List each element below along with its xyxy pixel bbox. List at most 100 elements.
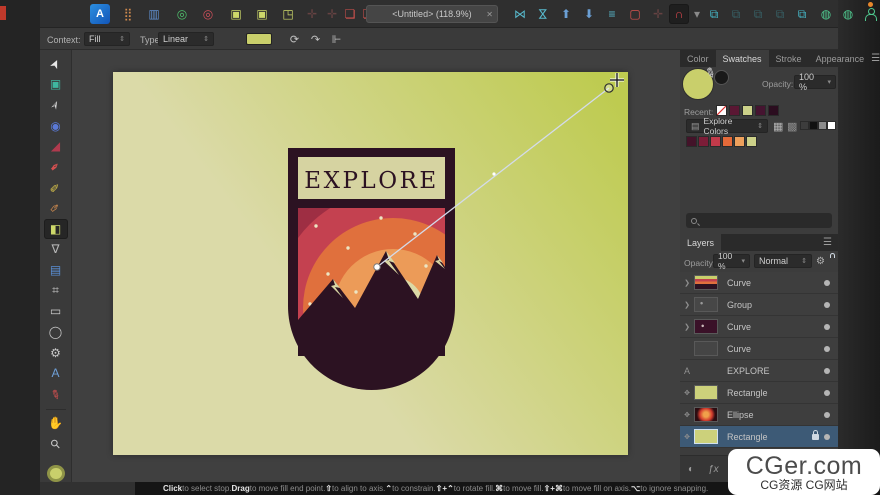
transform-origin-icon[interactable]: ▢	[625, 4, 645, 24]
contacts-person-icon[interactable]	[860, 4, 880, 24]
tab-stroke[interactable]: Stroke	[769, 50, 809, 67]
layer-visibility-toggle[interactable]	[824, 412, 830, 418]
rotation-center-green-icon[interactable]: ◎	[172, 4, 192, 24]
layer-thumbnail[interactable]	[694, 319, 718, 334]
alignment-icon[interactable]: ≡	[602, 4, 622, 24]
dim-handle2-icon[interactable]: ✛	[322, 4, 342, 24]
explore-badge-artwork[interactable]: EXPLORE	[288, 148, 455, 390]
layer-row-rectangle-5[interactable]: ✥Rectangle	[680, 382, 838, 404]
ellipse-tool[interactable]: ◯	[44, 322, 68, 342]
color-swatch[interactable]	[742, 105, 753, 116]
layer-row-explore-4[interactable]: AEXPLORE	[680, 360, 838, 382]
layer-visibility-toggle[interactable]	[824, 302, 830, 308]
insert-inside-icon[interactable]: ◍	[816, 4, 836, 24]
color-swatch[interactable]	[755, 105, 766, 116]
layer-thumbnail[interactable]	[694, 341, 718, 356]
close-document-icon[interactable]: ✕	[486, 10, 493, 19]
blend-mode-select[interactable]: Normal⇕	[754, 254, 812, 268]
color-picker-tool[interactable]: ✐	[44, 384, 68, 404]
swatch-search-input[interactable]	[686, 213, 832, 228]
expand-chevron-icon[interactable]: ❯	[680, 301, 694, 309]
boolean-subtract-icon[interactable]: ⧉	[726, 4, 746, 24]
context-select[interactable]: Fill⇕	[84, 32, 130, 46]
point-transform-tool[interactable]: ◉	[44, 116, 68, 136]
color-swatch[interactable]	[710, 136, 721, 147]
color-swatch[interactable]	[809, 121, 818, 130]
app-icon[interactable]: A	[90, 4, 110, 24]
layer-row-curve-2[interactable]: ❯Curve	[680, 316, 838, 338]
move-forward-icon[interactable]: ⬆	[556, 4, 576, 24]
fit-fill-button[interactable]: ⊩	[328, 31, 345, 47]
swatch-grid-view-icon[interactable]: ▦	[773, 120, 783, 133]
current-fill-indicator[interactable]	[47, 465, 65, 482]
color-swatch[interactable]	[827, 121, 836, 130]
pen-tool[interactable]: ✒	[44, 157, 68, 177]
layer-settings-gear-icon[interactable]: ⚙	[816, 256, 825, 267]
color-swatch[interactable]	[746, 136, 757, 147]
color-swatch[interactable]	[729, 105, 740, 116]
corner-tool[interactable]: ◢	[44, 137, 68, 157]
artboard-tool[interactable]: ▣	[44, 75, 68, 95]
canvas-viewport[interactable]: EXPLORE	[72, 50, 680, 482]
tab-appearance[interactable]: Appearance	[809, 50, 872, 67]
layer-thumbnail[interactable]	[694, 297, 718, 312]
layer-thumbnail[interactable]	[694, 385, 718, 400]
boolean-add-icon[interactable]: ⧉	[704, 4, 724, 24]
color-swatch[interactable]	[698, 136, 709, 147]
insert-behind-icon[interactable]: ◍	[838, 4, 858, 24]
layer-visibility-toggle[interactable]	[824, 368, 830, 374]
selection-pen-icon[interactable]: ◳	[278, 4, 298, 24]
layers-menu-icon[interactable]: ☰	[823, 234, 838, 251]
color-swatch[interactable]	[800, 121, 809, 130]
layer-locked-icon[interactable]	[812, 434, 819, 440]
rotate-fill-button[interactable]: ⟳	[286, 31, 303, 47]
vector-crop-tool[interactable]: ⌗	[44, 281, 68, 301]
layer-thumbnail[interactable]	[694, 407, 718, 422]
reverse-fill-button[interactable]: ↷	[307, 31, 324, 47]
layer-visibility-toggle[interactable]	[824, 324, 830, 330]
selection-box-icon[interactable]: ▣	[226, 4, 246, 24]
vector-brush-tool[interactable]: ✑	[44, 198, 68, 218]
layer-thumbnail[interactable]	[694, 429, 718, 444]
artboard-stats-icon[interactable]: ▥	[144, 4, 164, 24]
layer-visibility-toggle[interactable]	[824, 434, 830, 440]
boolean-combine-icon[interactable]: ⧉	[792, 4, 812, 24]
transparency-tool[interactable]: ∇	[44, 240, 68, 260]
artboard[interactable]: EXPLORE	[113, 72, 628, 455]
tab-color[interactable]: Color	[680, 50, 716, 67]
layer-row-curve-3[interactable]: Curve	[680, 338, 838, 360]
tab-layers[interactable]: Layers	[680, 234, 721, 251]
layers-opacity-select[interactable]: 100 %▾	[713, 254, 750, 268]
color-swatch[interactable]	[768, 105, 779, 116]
color-pixels-icon[interactable]: ⣿	[118, 4, 138, 24]
color-swatch[interactable]	[716, 105, 727, 116]
color-swatch[interactable]	[734, 136, 745, 147]
view-hand-tool[interactable]: ✋	[44, 414, 68, 434]
pencil-tool[interactable]: ✏	[44, 178, 68, 198]
expand-chevron-icon[interactable]: ❯	[680, 279, 694, 287]
move-backward-icon[interactable]: ⬇	[579, 4, 599, 24]
flip-horizontal-icon[interactable]: ⋈	[510, 4, 530, 24]
rectangle-tool[interactable]: ▭	[44, 302, 68, 322]
effects-icon[interactable]: ƒx	[708, 464, 719, 475]
swatch-list-view-icon[interactable]: ▩	[787, 120, 797, 133]
document-tab[interactable]: <Untitled> (118.9%) ✕	[366, 5, 498, 23]
snapping-magnet-icon[interactable]: ∩	[669, 4, 689, 24]
place-image-tool[interactable]: ▤	[44, 260, 68, 280]
color-swatch[interactable]	[686, 136, 697, 147]
gradient-type-select[interactable]: Linear⇕	[158, 32, 214, 46]
adjustment-icon[interactable]: ◐	[688, 464, 694, 475]
flip-vertical-icon[interactable]: ⋈	[533, 4, 553, 24]
boolean-intersect-icon[interactable]: ⧉	[748, 4, 768, 24]
layer-row-group-1[interactable]: ❯Group	[680, 294, 838, 316]
selection-frame-icon[interactable]: ▣	[252, 4, 272, 24]
palette-select[interactable]: ▤ Explore Colors ⇕	[686, 119, 768, 133]
zoom-tool[interactable]: ⚲	[44, 434, 68, 454]
layer-row-ellipse-6[interactable]: ✥Ellipse	[680, 404, 838, 426]
layer-thumbnail[interactable]	[694, 275, 718, 290]
fill-color-well[interactable]	[246, 33, 272, 45]
color-swatch[interactable]	[722, 136, 733, 147]
text-tool[interactable]: A	[44, 363, 68, 383]
layer-visibility-toggle[interactable]	[824, 280, 830, 286]
rotation-center-red-icon[interactable]: ◎	[198, 4, 218, 24]
